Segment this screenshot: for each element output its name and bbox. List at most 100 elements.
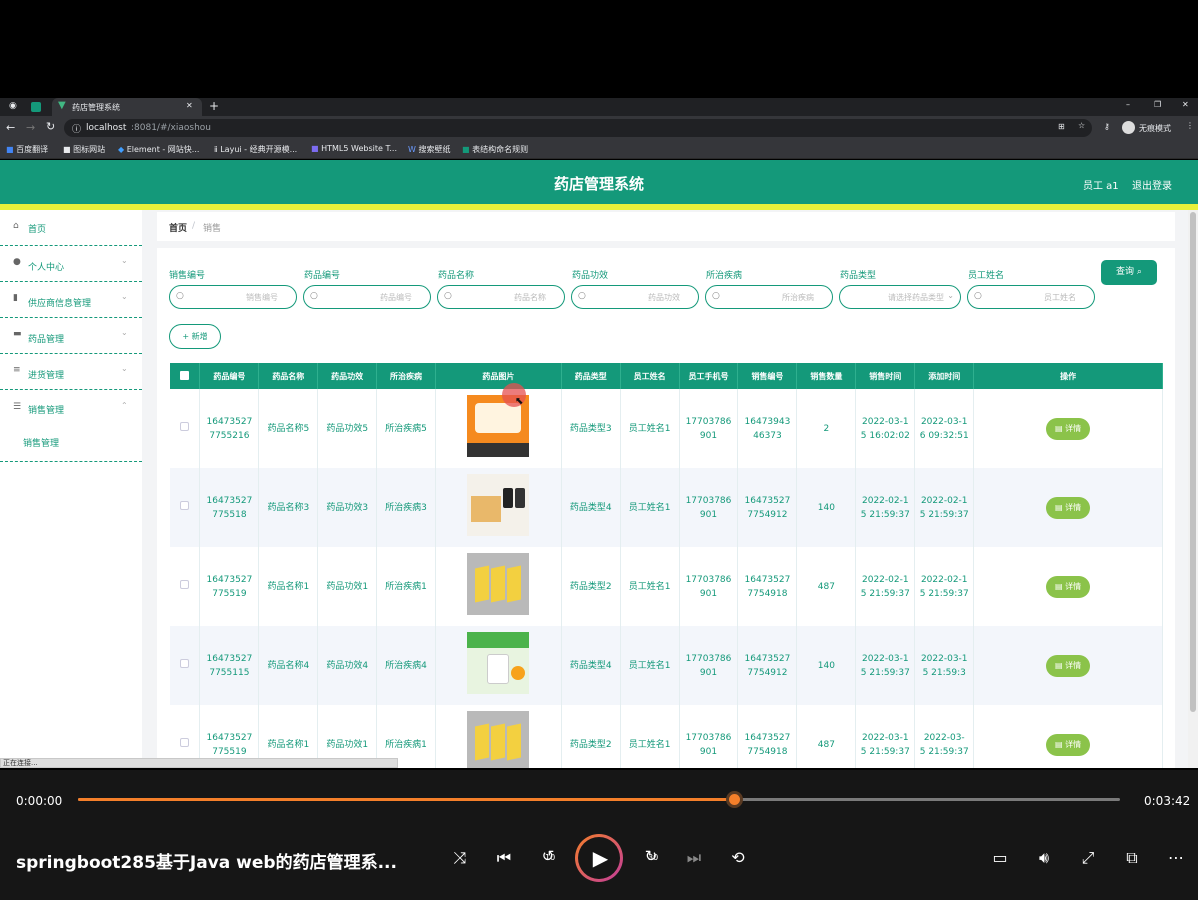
col-header[interactable]: 添加时间 — [914, 363, 975, 389]
table-row[interactable]: 16473527 7755115 药品名称4 药品功效4 所治疾病4 药品类型4 员工姓名1… — [170, 626, 1163, 705]
close-window-button[interactable]: ✕ — [1182, 100, 1189, 109]
detail-button[interactable]: ▤ 详情 — [1046, 496, 1091, 519]
disease-input[interactable]: ○ 所治疾病 — [705, 285, 833, 309]
submenu-sales[interactable]: 销售管理 — [23, 436, 59, 449]
translate-icon[interactable]: ⊞ — [1058, 122, 1065, 131]
bookmark-1[interactable]: ■ 图标网站 — [63, 144, 105, 155]
row-checkbox[interactable] — [180, 421, 190, 431]
col-header[interactable]: 销售编号 — [737, 363, 798, 389]
new-tab-button[interactable]: + — [209, 99, 219, 113]
forward-icon[interactable]: → — [26, 121, 35, 134]
breadcrumb-home[interactable]: 首页 — [169, 221, 187, 234]
select-all-checkbox[interactable] — [180, 370, 190, 380]
query-button[interactable]: 查询 ⌕ — [1101, 260, 1157, 285]
sidebar-item-supplier[interactable]: ▮ 供应商信息管理 ⌄ — [0, 282, 142, 318]
key-icon[interactable]: ⚷ — [1104, 122, 1110, 131]
col-header[interactable]: 销售数量 — [796, 363, 857, 389]
skip-back-icon[interactable]: ↺ 10 — [537, 847, 559, 865]
volume-icon[interactable]: 🔊︎ — [1034, 848, 1054, 868]
miniplayer-icon[interactable]: ⧉ — [1122, 848, 1142, 868]
col-header[interactable]: 药品图片 — [435, 363, 562, 389]
cell-added-time: 2022-03- 5 21:59:37 — [914, 705, 975, 768]
staff-name-input[interactable]: ○ 员工姓名 — [967, 285, 1095, 309]
bookmark-0[interactable]: ■ 百度翻译 — [6, 144, 48, 155]
previous-icon[interactable]: ⏮ — [494, 848, 514, 868]
seek-handle[interactable] — [726, 791, 743, 808]
pinned-tab-icon[interactable] — [31, 102, 41, 112]
header-select-all[interactable] — [170, 363, 201, 389]
drug-name-input[interactable]: ○ 药品名称 — [437, 285, 565, 309]
drug-no-input[interactable]: ○ 药品编号 — [303, 285, 431, 309]
field-label-type: 药品类型 — [840, 271, 877, 281]
bookmark-3[interactable]: ⅱ Layui - 经典开源模... — [214, 144, 297, 155]
sale-no-input[interactable]: ○ 销售编号 — [169, 285, 297, 309]
back-icon[interactable]: ← — [6, 121, 15, 134]
star-icon[interactable]: ☆ — [1078, 121, 1085, 130]
type-select[interactable]: 请选择药品类型 ⌄ — [839, 285, 961, 309]
sidebar-item-home[interactable]: ⌂ 首页 — [0, 210, 142, 246]
scrollbar-thumb[interactable] — [1190, 212, 1196, 712]
col-header[interactable]: 员工姓名 — [620, 363, 680, 389]
shuffle-icon[interactable]: ⤨ — [450, 848, 470, 868]
cell-staff-phone: 17703786 901 — [679, 547, 739, 626]
repeat-off-icon[interactable]: ⟲ — [728, 848, 748, 867]
tab-close-icon[interactable]: ✕ — [186, 101, 193, 110]
browser-tab[interactable]: ▼ 药店管理系统 ✕ — [52, 98, 202, 116]
col-header[interactable]: 所治疾病 — [376, 363, 436, 389]
col-header[interactable]: 员工手机号 — [679, 363, 739, 389]
list-icon: ≡ — [13, 365, 21, 375]
col-header[interactable]: 药品编号 — [199, 363, 260, 389]
seek-bar[interactable] — [78, 791, 1120, 808]
more-options-icon[interactable]: ⋯ — [1166, 848, 1186, 867]
subtitles-icon[interactable]: ▭ — [990, 848, 1010, 867]
col-header[interactable]: 药品类型 — [561, 363, 621, 389]
page-scrollbar[interactable] — [1188, 210, 1198, 768]
reload-icon[interactable]: ↻ — [46, 120, 55, 133]
url-field[interactable]: ⓘ localhost :8081/#/xiaoshou ⊞ ☆ — [64, 119, 1092, 137]
table-row[interactable]: 16473527 7755216 药品名称5 药品功效5 所治疾病5 药品类型3 员工姓名1… — [170, 389, 1163, 468]
drug-image[interactable] — [467, 553, 530, 615]
next-icon[interactable]: ⏭ — [684, 848, 704, 868]
table-row[interactable]: 16473527 775519 药品名称1 药品功效1 所治疾病1 药品类型2 员工姓名1 1… — [170, 547, 1163, 626]
sidebar-item-purchase[interactable]: ≡ 进货管理 ⌄ — [0, 354, 142, 390]
skip-forward-icon[interactable]: ↻ 30 — [640, 847, 662, 865]
bookmark-4[interactable]: ■ HTML5 Website T... — [311, 144, 397, 153]
add-button[interactable]: + 新增 — [169, 324, 221, 349]
bookmark-2[interactable]: ◆ Element - 网站快... — [118, 144, 199, 155]
drug-image[interactable] — [467, 474, 530, 536]
detail-button[interactable]: ▤ 详情 — [1046, 733, 1091, 756]
row-checkbox[interactable] — [180, 579, 190, 589]
row-checkbox[interactable] — [180, 500, 190, 510]
sidebar: ⌂ 首页 ● 个人中心 ⌄ ▮ 供应商信息管理 ⌄ ▬ 药品管理 ⌄ ≡ 进货管… — [0, 210, 142, 768]
table-row[interactable]: 16473527 775518 药品名称3 药品功效3 所治疾病3 药品类型4 员工姓名1 1… — [170, 468, 1163, 547]
logout-button[interactable]: 退出登录 — [1132, 177, 1172, 192]
detail-button[interactable]: ▤ 详情 — [1046, 654, 1091, 677]
chevron-up-icon: ⌃ — [121, 401, 128, 410]
menu-icon[interactable]: ⋮ — [1186, 121, 1194, 130]
video-title: springboot285基于Java web的药店管理系... — [16, 853, 397, 873]
cell-sale-qty: 140 — [796, 468, 857, 547]
chevron-down-icon: ⌄ — [947, 291, 954, 300]
fullscreen-icon[interactable]: ⤢ — [1078, 848, 1098, 868]
minimize-button[interactable]: – — [1126, 100, 1130, 109]
col-header[interactable]: 药品功效 — [317, 363, 378, 389]
sidebar-item-sales[interactable]: ☰ 销售管理 ⌃ 销售管理 — [0, 390, 142, 462]
sidebar-item-drugs[interactable]: ▬ 药品管理 ⌄ — [0, 318, 142, 354]
cell-staff-phone: 17703786 901 — [679, 705, 739, 768]
drug-image[interactable] — [467, 632, 530, 694]
detail-button[interactable]: ▤ 详情 — [1046, 575, 1091, 598]
play-button[interactable]: ▶ — [575, 834, 623, 882]
drug-image[interactable] — [467, 711, 530, 768]
col-header[interactable]: 药品名称 — [258, 363, 319, 389]
detail-button[interactable]: ▤ 详情 — [1046, 417, 1091, 440]
col-header[interactable]: 销售时间 — [855, 363, 916, 389]
sidebar-item-profile[interactable]: ● 个人中心 ⌄ — [0, 246, 142, 282]
bookmark-6[interactable]: ■ 表结构命名规则 — [462, 144, 528, 155]
table-header-row: 药品编号 药品名称 药品功效 所治疾病 药品图片 药品类型 员工姓名 员工手机号… — [170, 363, 1163, 389]
bookmark-5[interactable]: W 搜索壁纸 — [408, 144, 450, 155]
field-label-drug-no: 药品编号 — [304, 271, 341, 281]
effect-input[interactable]: ○ 药品功效 — [571, 285, 699, 309]
row-checkbox[interactable] — [180, 658, 190, 668]
maximize-button[interactable]: ❐ — [1154, 100, 1161, 109]
row-checkbox[interactable] — [180, 737, 190, 747]
